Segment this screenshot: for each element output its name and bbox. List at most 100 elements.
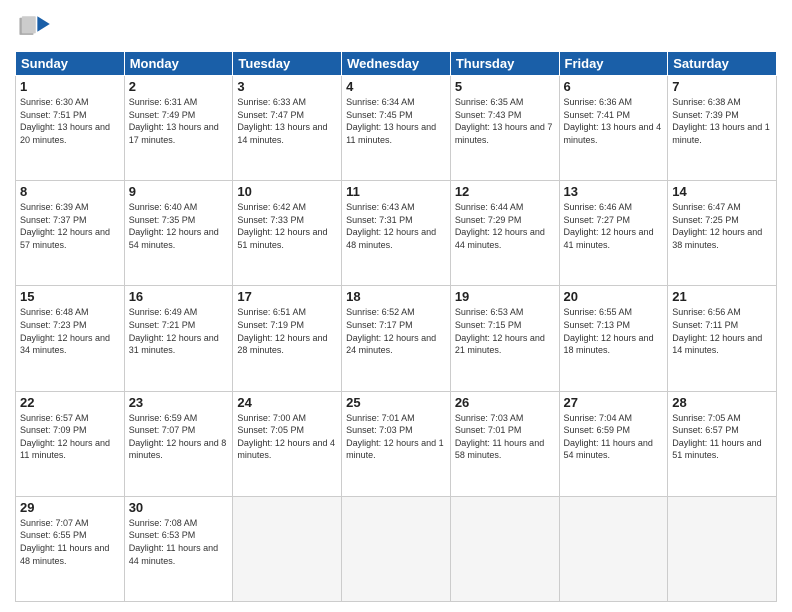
day-number: 30	[129, 500, 229, 515]
day-number: 8	[20, 184, 120, 199]
day-number: 19	[455, 289, 555, 304]
table-row: 5 Sunrise: 6:35 AM Sunset: 7:43 PM Dayli…	[450, 76, 559, 181]
day-info: Sunrise: 6:55 AM Sunset: 7:13 PM Dayligh…	[564, 306, 664, 356]
day-number: 6	[564, 79, 664, 94]
logo	[15, 10, 59, 45]
day-number: 20	[564, 289, 664, 304]
day-number: 1	[20, 79, 120, 94]
table-row: 3 Sunrise: 6:33 AM Sunset: 7:47 PM Dayli…	[233, 76, 342, 181]
day-number: 21	[672, 289, 772, 304]
table-row: 21 Sunrise: 6:56 AM Sunset: 7:11 PM Dayl…	[668, 286, 777, 391]
col-sunday: Sunday	[16, 52, 125, 76]
day-number: 16	[129, 289, 229, 304]
day-info: Sunrise: 6:35 AM Sunset: 7:43 PM Dayligh…	[455, 96, 555, 146]
col-friday: Friday	[559, 52, 668, 76]
col-saturday: Saturday	[668, 52, 777, 76]
table-row: 19 Sunrise: 6:53 AM Sunset: 7:15 PM Dayl…	[450, 286, 559, 391]
table-row: 23 Sunrise: 6:59 AM Sunset: 7:07 PM Dayl…	[124, 391, 233, 496]
day-info: Sunrise: 6:38 AM Sunset: 7:39 PM Dayligh…	[672, 96, 772, 146]
page: Sunday Monday Tuesday Wednesday Thursday…	[0, 0, 792, 612]
day-info: Sunrise: 7:07 AM Sunset: 6:55 PM Dayligh…	[20, 517, 120, 567]
day-info: Sunrise: 6:53 AM Sunset: 7:15 PM Dayligh…	[455, 306, 555, 356]
table-row: 10 Sunrise: 6:42 AM Sunset: 7:33 PM Dayl…	[233, 181, 342, 286]
day-info: Sunrise: 6:43 AM Sunset: 7:31 PM Dayligh…	[346, 201, 446, 251]
day-info: Sunrise: 7:04 AM Sunset: 6:59 PM Dayligh…	[564, 412, 664, 462]
day-number: 24	[237, 395, 337, 410]
day-number: 7	[672, 79, 772, 94]
table-row: 28 Sunrise: 7:05 AM Sunset: 6:57 PM Dayl…	[668, 391, 777, 496]
day-info: Sunrise: 6:56 AM Sunset: 7:11 PM Dayligh…	[672, 306, 772, 356]
day-info: Sunrise: 7:03 AM Sunset: 7:01 PM Dayligh…	[455, 412, 555, 462]
header	[15, 10, 777, 45]
table-row: 4 Sunrise: 6:34 AM Sunset: 7:45 PM Dayli…	[342, 76, 451, 181]
table-row: 7 Sunrise: 6:38 AM Sunset: 7:39 PM Dayli…	[668, 76, 777, 181]
day-info: Sunrise: 6:52 AM Sunset: 7:17 PM Dayligh…	[346, 306, 446, 356]
table-row: 1 Sunrise: 6:30 AM Sunset: 7:51 PM Dayli…	[16, 76, 125, 181]
table-row	[668, 496, 777, 601]
day-info: Sunrise: 6:30 AM Sunset: 7:51 PM Dayligh…	[20, 96, 120, 146]
table-row: 20 Sunrise: 6:55 AM Sunset: 7:13 PM Dayl…	[559, 286, 668, 391]
table-row	[450, 496, 559, 601]
table-row: 6 Sunrise: 6:36 AM Sunset: 7:41 PM Dayli…	[559, 76, 668, 181]
col-monday: Monday	[124, 52, 233, 76]
table-row: 17 Sunrise: 6:51 AM Sunset: 7:19 PM Dayl…	[233, 286, 342, 391]
day-number: 10	[237, 184, 337, 199]
table-row: 12 Sunrise: 6:44 AM Sunset: 7:29 PM Dayl…	[450, 181, 559, 286]
table-row: 14 Sunrise: 6:47 AM Sunset: 7:25 PM Dayl…	[668, 181, 777, 286]
day-number: 11	[346, 184, 446, 199]
table-row: 15 Sunrise: 6:48 AM Sunset: 7:23 PM Dayl…	[16, 286, 125, 391]
day-number: 18	[346, 289, 446, 304]
table-row: 9 Sunrise: 6:40 AM Sunset: 7:35 PM Dayli…	[124, 181, 233, 286]
col-tuesday: Tuesday	[233, 52, 342, 76]
col-wednesday: Wednesday	[342, 52, 451, 76]
day-info: Sunrise: 6:31 AM Sunset: 7:49 PM Dayligh…	[129, 96, 229, 146]
day-info: Sunrise: 6:46 AM Sunset: 7:27 PM Dayligh…	[564, 201, 664, 251]
day-number: 2	[129, 79, 229, 94]
day-info: Sunrise: 6:36 AM Sunset: 7:41 PM Dayligh…	[564, 96, 664, 146]
day-info: Sunrise: 6:59 AM Sunset: 7:07 PM Dayligh…	[129, 412, 229, 462]
day-number: 23	[129, 395, 229, 410]
day-number: 29	[20, 500, 120, 515]
table-row: 13 Sunrise: 6:46 AM Sunset: 7:27 PM Dayl…	[559, 181, 668, 286]
table-row: 8 Sunrise: 6:39 AM Sunset: 7:37 PM Dayli…	[16, 181, 125, 286]
day-number: 13	[564, 184, 664, 199]
logo-icon	[15, 10, 55, 45]
table-row: 18 Sunrise: 6:52 AM Sunset: 7:17 PM Dayl…	[342, 286, 451, 391]
col-thursday: Thursday	[450, 52, 559, 76]
day-number: 3	[237, 79, 337, 94]
day-number: 14	[672, 184, 772, 199]
day-info: Sunrise: 6:33 AM Sunset: 7:47 PM Dayligh…	[237, 96, 337, 146]
day-info: Sunrise: 6:44 AM Sunset: 7:29 PM Dayligh…	[455, 201, 555, 251]
day-info: Sunrise: 6:51 AM Sunset: 7:19 PM Dayligh…	[237, 306, 337, 356]
table-row: 24 Sunrise: 7:00 AM Sunset: 7:05 PM Dayl…	[233, 391, 342, 496]
calendar-week-row: 22 Sunrise: 6:57 AM Sunset: 7:09 PM Dayl…	[16, 391, 777, 496]
day-info: Sunrise: 6:34 AM Sunset: 7:45 PM Dayligh…	[346, 96, 446, 146]
calendar-table: Sunday Monday Tuesday Wednesday Thursday…	[15, 51, 777, 602]
table-row: 22 Sunrise: 6:57 AM Sunset: 7:09 PM Dayl…	[16, 391, 125, 496]
table-row	[342, 496, 451, 601]
day-info: Sunrise: 6:48 AM Sunset: 7:23 PM Dayligh…	[20, 306, 120, 356]
table-row: 30 Sunrise: 7:08 AM Sunset: 6:53 PM Dayl…	[124, 496, 233, 601]
calendar-header-row: Sunday Monday Tuesday Wednesday Thursday…	[16, 52, 777, 76]
day-info: Sunrise: 7:00 AM Sunset: 7:05 PM Dayligh…	[237, 412, 337, 462]
day-number: 17	[237, 289, 337, 304]
day-info: Sunrise: 6:40 AM Sunset: 7:35 PM Dayligh…	[129, 201, 229, 251]
calendar-week-row: 15 Sunrise: 6:48 AM Sunset: 7:23 PM Dayl…	[16, 286, 777, 391]
table-row	[559, 496, 668, 601]
day-number: 5	[455, 79, 555, 94]
table-row: 16 Sunrise: 6:49 AM Sunset: 7:21 PM Dayl…	[124, 286, 233, 391]
table-row: 26 Sunrise: 7:03 AM Sunset: 7:01 PM Dayl…	[450, 391, 559, 496]
table-row: 25 Sunrise: 7:01 AM Sunset: 7:03 PM Dayl…	[342, 391, 451, 496]
day-number: 4	[346, 79, 446, 94]
table-row: 11 Sunrise: 6:43 AM Sunset: 7:31 PM Dayl…	[342, 181, 451, 286]
table-row: 29 Sunrise: 7:07 AM Sunset: 6:55 PM Dayl…	[16, 496, 125, 601]
day-info: Sunrise: 7:01 AM Sunset: 7:03 PM Dayligh…	[346, 412, 446, 462]
day-info: Sunrise: 6:57 AM Sunset: 7:09 PM Dayligh…	[20, 412, 120, 462]
day-number: 26	[455, 395, 555, 410]
day-number: 22	[20, 395, 120, 410]
day-number: 12	[455, 184, 555, 199]
day-info: Sunrise: 6:47 AM Sunset: 7:25 PM Dayligh…	[672, 201, 772, 251]
day-number: 28	[672, 395, 772, 410]
day-number: 15	[20, 289, 120, 304]
day-info: Sunrise: 7:08 AM Sunset: 6:53 PM Dayligh…	[129, 517, 229, 567]
